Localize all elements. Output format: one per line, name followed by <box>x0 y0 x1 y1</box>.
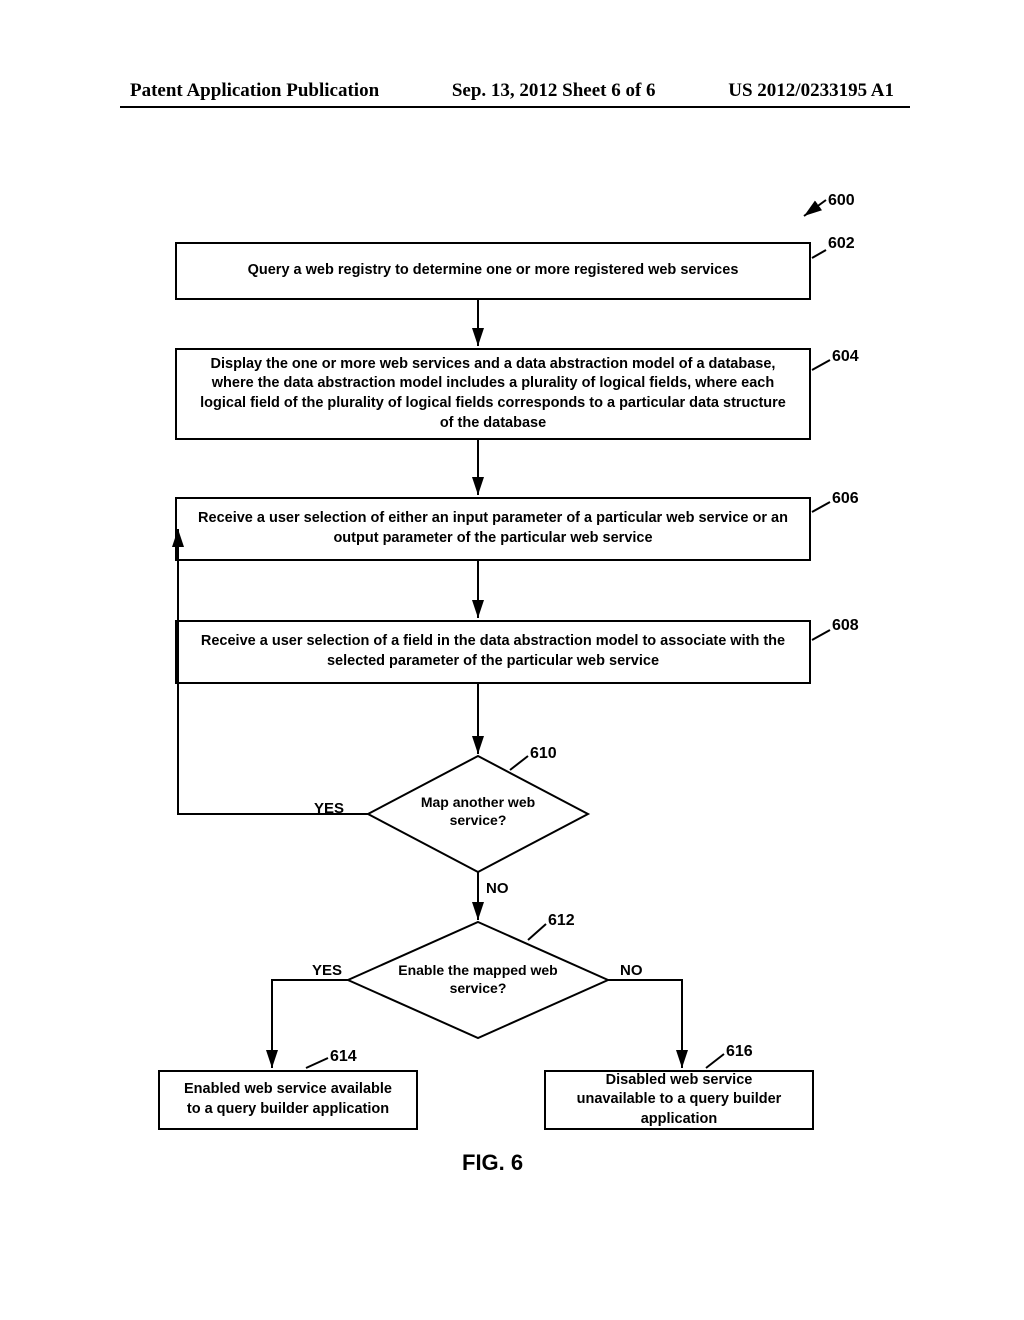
diamond-612-text: Enable the mapped web service? <box>388 962 568 997</box>
figure-caption: FIG. 6 <box>462 1150 523 1176</box>
label-no-612: NO <box>620 962 643 979</box>
diamond-610-text: Map another web service? <box>398 794 558 829</box>
label-no-610: NO <box>486 880 509 897</box>
page-container: Patent Application Publication Sep. 13, … <box>0 0 1024 1320</box>
label-yes-610: YES <box>314 800 344 817</box>
label-yes-612: YES <box>312 962 342 979</box>
diamond-612-label: Enable the mapped web service? <box>398 962 557 996</box>
flow-lines <box>0 0 1024 1320</box>
diamond-610-label: Map another web service? <box>421 794 535 828</box>
